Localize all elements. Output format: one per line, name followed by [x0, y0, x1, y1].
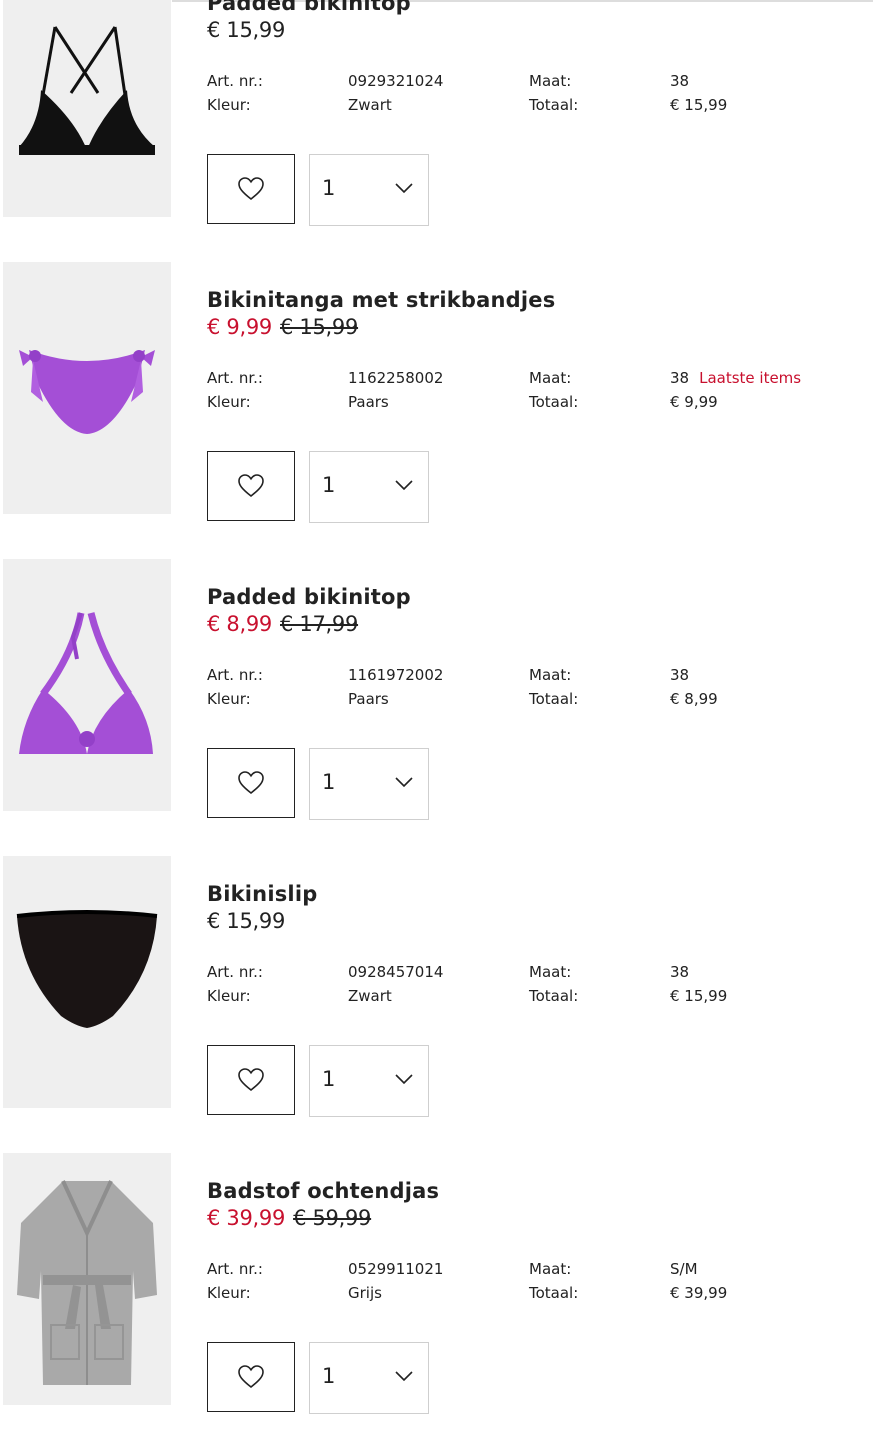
kleur-label: Kleur:: [207, 690, 251, 708]
art-nr-value: 1162258002: [348, 369, 444, 387]
product-name[interactable]: Padded bikinitop: [207, 0, 411, 15]
heart-icon: [238, 474, 264, 498]
quantity-value: 1: [322, 770, 336, 794]
maat-value: 38 Laatste items: [670, 369, 801, 387]
price: € 8,99 € 17,99: [207, 612, 358, 636]
cart-item: Padded bikinitop € 8,99 € 17,99 Art. nr.:…: [0, 559, 873, 856]
heart-icon: [238, 771, 264, 795]
totaal-value: € 15,99: [670, 987, 728, 1005]
kleur-value: Zwart: [348, 96, 392, 114]
totaal-label: Totaal:: [529, 690, 579, 708]
totaal-label: Totaal:: [529, 987, 579, 1005]
quantity-value: 1: [322, 473, 336, 497]
regular-price: € 15,99: [207, 18, 286, 42]
product-name[interactable]: Padded bikinitop: [207, 585, 411, 609]
low-stock-note: Laatste items: [699, 369, 802, 387]
kleur-value: Zwart: [348, 987, 392, 1005]
favorite-button[interactable]: [207, 1342, 295, 1412]
maat-label: Maat:: [529, 963, 572, 981]
totaal-label: Totaal:: [529, 96, 579, 114]
chevron-down-icon: [395, 1074, 413, 1085]
maat-label: Maat:: [529, 1260, 572, 1278]
product-name[interactable]: Badstof ochtendjas: [207, 1179, 439, 1203]
kleur-label: Kleur:: [207, 1284, 251, 1302]
favorite-button[interactable]: [207, 1045, 295, 1115]
maat-value: 38: [670, 72, 690, 90]
regular-price: € 15,99: [207, 909, 286, 933]
product-name[interactable]: Bikinislip: [207, 882, 317, 906]
totaal-value: € 8,99: [670, 690, 718, 708]
price: € 9,99 € 15,99: [207, 315, 358, 339]
product-image[interactable]: [3, 262, 171, 514]
product-image[interactable]: [3, 1153, 171, 1405]
product-image[interactable]: [3, 559, 171, 811]
product-image[interactable]: [3, 856, 171, 1108]
totaal-label: Totaal:: [529, 1284, 579, 1302]
sale-price: € 8,99: [207, 612, 272, 636]
product-image[interactable]: [3, 0, 171, 217]
old-price: € 59,99: [293, 1206, 372, 1230]
totaal-value: € 15,99: [670, 96, 728, 114]
cart-item: Bikinitanga met strikbandjes € 9,99 € 15,…: [0, 262, 873, 559]
maat-value: 38: [670, 666, 690, 684]
favorite-button[interactable]: [207, 748, 295, 818]
chevron-down-icon: [395, 777, 413, 788]
sale-price: € 9,99: [207, 315, 272, 339]
art-nr-label: Art. nr.:: [207, 1260, 263, 1278]
heart-icon: [238, 1068, 264, 1092]
quantity-select[interactable]: 1: [309, 748, 429, 820]
maat-label: Maat:: [529, 369, 572, 387]
old-price: € 17,99: [280, 612, 359, 636]
art-nr-label: Art. nr.:: [207, 72, 263, 90]
favorite-button[interactable]: [207, 451, 295, 521]
cart-item: Bikinislip € 15,99 Art. nr.: 0928457014 …: [0, 856, 873, 1153]
sale-price: € 39,99: [207, 1206, 286, 1230]
kleur-value: Paars: [348, 690, 389, 708]
art-nr-label: Art. nr.:: [207, 666, 263, 684]
kleur-label: Kleur:: [207, 987, 251, 1005]
kleur-value: Paars: [348, 393, 389, 411]
totaal-value: € 39,99: [670, 1284, 728, 1302]
art-nr-value: 0928457014: [348, 963, 444, 981]
art-nr-value: 0529911021: [348, 1260, 444, 1278]
totaal-label: Totaal:: [529, 393, 579, 411]
quantity-value: 1: [322, 1067, 336, 1091]
quantity-select[interactable]: 1: [309, 1342, 429, 1414]
quantity-select[interactable]: 1: [309, 154, 429, 226]
maat-value: S/M: [670, 1260, 698, 1278]
quantity-value: 1: [322, 176, 336, 200]
totaal-value: € 9,99: [670, 393, 718, 411]
kleur-label: Kleur:: [207, 393, 251, 411]
kleur-label: Kleur:: [207, 96, 251, 114]
size: 38: [670, 369, 690, 387]
price: € 15,99: [207, 18, 285, 42]
maat-value: 38: [670, 963, 690, 981]
maat-label: Maat:: [529, 666, 572, 684]
favorite-button[interactable]: [207, 154, 295, 224]
product-name[interactable]: Bikinitanga met strikbandjes: [207, 288, 555, 312]
quantity-select[interactable]: 1: [309, 1045, 429, 1117]
price: € 39,99 € 59,99: [207, 1206, 371, 1230]
art-nr-value: 1161972002: [348, 666, 444, 684]
chevron-down-icon: [395, 1371, 413, 1382]
price: € 15,99: [207, 909, 285, 933]
art-nr-label: Art. nr.:: [207, 963, 263, 981]
kleur-value: Grijs: [348, 1284, 382, 1302]
heart-icon: [238, 1365, 264, 1389]
chevron-down-icon: [395, 183, 413, 194]
quantity-value: 1: [322, 1364, 336, 1388]
cart-item: Padded bikinitop € 15,99 Art. nr.: 09293…: [0, 0, 873, 262]
maat-label: Maat:: [529, 72, 572, 90]
art-nr-value: 0929321024: [348, 72, 444, 90]
heart-icon: [238, 177, 264, 201]
art-nr-label: Art. nr.:: [207, 369, 263, 387]
quantity-select[interactable]: 1: [309, 451, 429, 523]
cart-item: Badstof ochtendjas € 39,99 € 59,99 Art. n…: [0, 1153, 873, 1450]
chevron-down-icon: [395, 480, 413, 491]
old-price: € 15,99: [280, 315, 359, 339]
